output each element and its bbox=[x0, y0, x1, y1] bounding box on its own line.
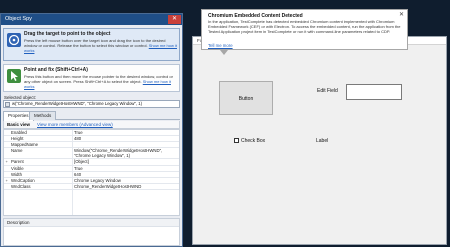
drag-heading: Drag the target to point to the object bbox=[24, 31, 111, 37]
spy-title-bar: Object Spy ✕ bbox=[1, 14, 182, 25]
view-mode-bar: Basic view View more members (Advanced v… bbox=[3, 121, 180, 129]
drag-description: Press the left mouse button over the tar… bbox=[24, 38, 177, 53]
tell-me-more-link[interactable]: Tell me more bbox=[208, 43, 233, 48]
basic-view-label: Basic view bbox=[7, 122, 31, 127]
object-spy-window: Object Spy ✕ Drag the target to point to… bbox=[0, 13, 183, 247]
checkbox-label: Check Box bbox=[241, 138, 266, 144]
expand-icon[interactable]: + bbox=[6, 178, 8, 184]
pointer-icon[interactable] bbox=[7, 69, 21, 83]
table-row[interactable]: WndClass Chrome_RenderWidgetHostHWND bbox=[4, 184, 179, 190]
cef-notification: Chromium Embedded Content Detected ✕ In … bbox=[201, 9, 408, 55]
point-description: Press this button and then move the mous… bbox=[24, 74, 173, 89]
selected-object-field[interactable]: w("Chrome_RenderWidgetHostHWND", "Chrome… bbox=[3, 100, 180, 108]
check-box[interactable]: Check Box bbox=[234, 138, 265, 144]
checkbox-square[interactable] bbox=[234, 138, 239, 144]
tab-methods[interactable]: Methods bbox=[29, 111, 57, 120]
target-icon[interactable] bbox=[7, 33, 21, 47]
form-button[interactable]: Button bbox=[219, 81, 273, 115]
notification-close-icon[interactable]: ✕ bbox=[399, 11, 404, 18]
close-button[interactable]: ✕ bbox=[168, 15, 181, 24]
drag-target-panel[interactable]: Drag the target to point to the object P… bbox=[3, 28, 180, 61]
spy-tabs: Properties Methods bbox=[3, 111, 180, 121]
description-panel: Description bbox=[3, 218, 180, 246]
point-and-fix-panel[interactable]: Point and fix (Shift+Ctrl+A) Press this … bbox=[3, 64, 180, 92]
legacy-form-window: Form1 Button Edit Field Check Box Label bbox=[192, 36, 447, 245]
edit-field[interactable] bbox=[346, 84, 402, 100]
object-browser-icon[interactable] bbox=[5, 102, 10, 107]
edit-field-label: Edit Field bbox=[317, 88, 338, 94]
table-row[interactable]: Name Window("Chrome_RenderWidgetHostHWND"… bbox=[4, 148, 179, 160]
notification-body: In the application, TestComplete has det… bbox=[208, 19, 401, 34]
description-label: Description bbox=[4, 219, 179, 227]
label-text: Label bbox=[316, 138, 329, 144]
balloon-tail bbox=[220, 50, 228, 55]
advanced-view-link[interactable]: View more members (Advanced view) bbox=[37, 121, 113, 128]
selected-object-value: w("Chrome_RenderWidgetHostHWND", "Chrome… bbox=[12, 101, 142, 106]
expand-icon[interactable]: + bbox=[6, 159, 8, 165]
properties-grid: Enabled True Height 480 MappedName Name Win… bbox=[3, 129, 180, 216]
spy-title: Object Spy bbox=[5, 16, 32, 22]
point-heading: Point and fix (Shift+Ctrl+A) bbox=[24, 67, 88, 73]
